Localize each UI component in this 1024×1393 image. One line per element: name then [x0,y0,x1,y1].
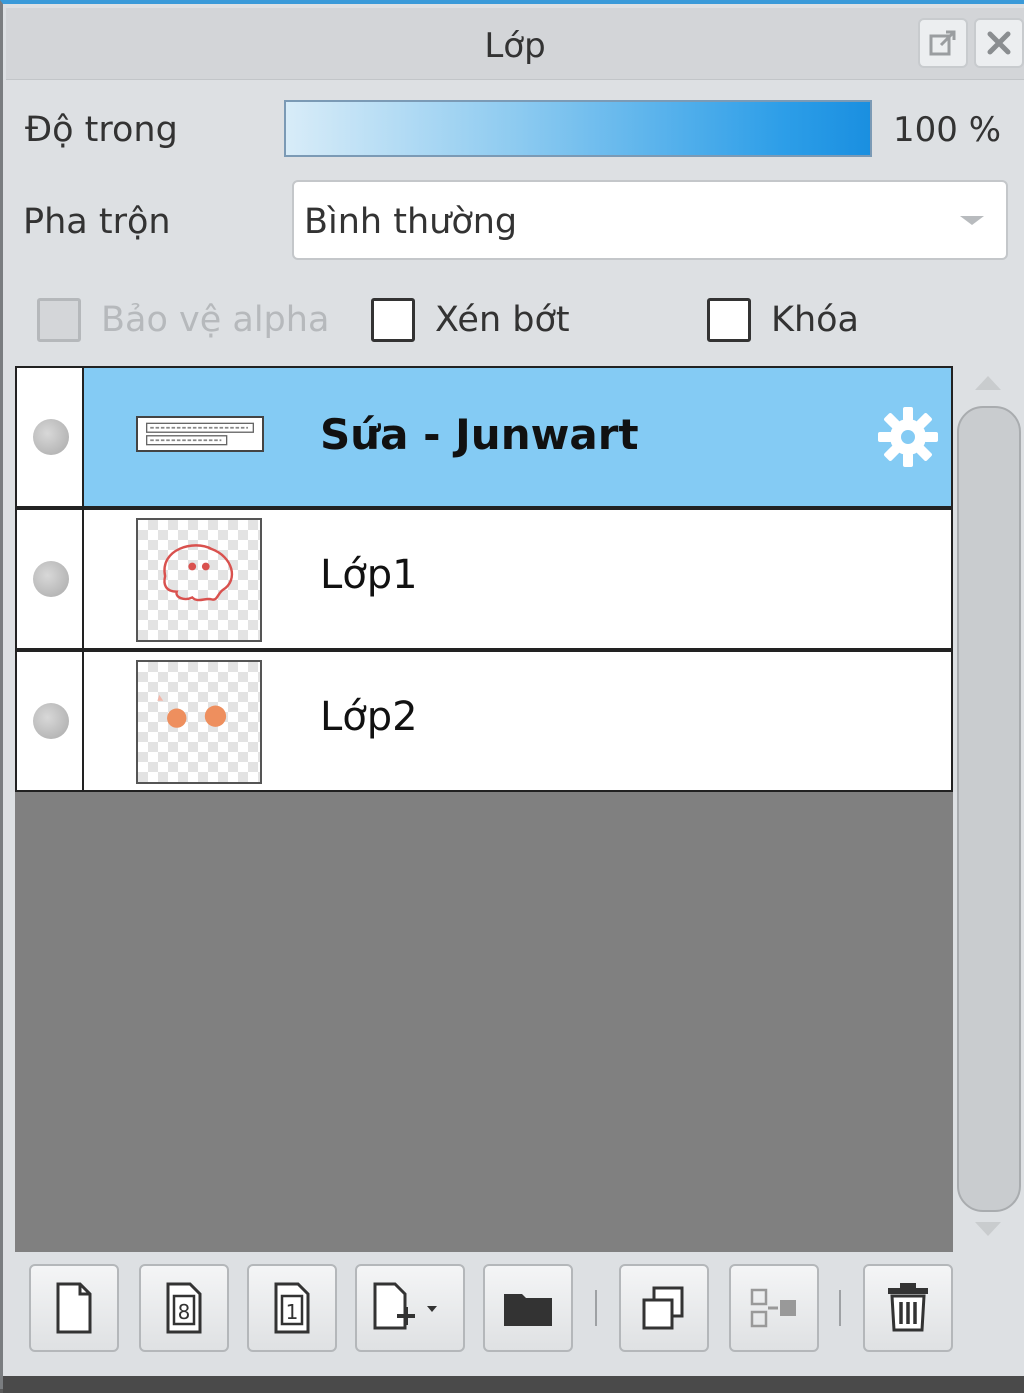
cheeks-thumbnail [157,694,227,728]
toolbar-separator [839,1290,841,1326]
visibility-toggle[interactable] [33,703,69,739]
blend-mode-select[interactable]: Bình thường [292,180,1008,260]
new-8bit-layer-icon: 8 [166,1282,202,1334]
gear-icon[interactable] [875,404,941,470]
layer-row-lop1[interactable]: Lớp1 [15,508,953,650]
close-button[interactable] [974,18,1024,68]
blend-mode-value: Bình thường [304,202,518,242]
new-1bit-layer-button[interactable]: 1 [247,1264,337,1352]
visibility-column [17,652,84,790]
layer-thumbnail [136,518,262,642]
layer-toolbar: 8 1 [15,1254,1015,1364]
add-layer-menu-icon [373,1282,437,1330]
new-layer-icon [56,1282,92,1334]
visibility-column [17,510,84,648]
protect-alpha-label: Bảo vệ alpha [101,300,330,340]
duplicate-layer-button[interactable] [619,1264,709,1352]
clip-checkbox[interactable] [371,298,415,342]
panel-bottom-edge [3,1376,1024,1393]
opacity-value: 100 % [893,110,1002,150]
opacity-slider[interactable] [284,100,872,157]
layer-list: Sứa - Junwart Lớp1 Lớp2 [15,366,953,1252]
new-8bit-layer-button[interactable]: 8 [139,1264,229,1352]
visibility-toggle[interactable] [33,419,69,455]
merge-layer-icon [750,1288,796,1328]
blend-mode-label: Pha trộn [23,202,171,242]
layer-row-lop2[interactable]: Lớp2 [15,650,953,792]
chevron-down-icon [960,216,984,225]
toolbar-separator [595,1290,597,1326]
trash-icon [888,1283,928,1332]
protect-alpha-option: Bảo vệ alpha [37,292,329,348]
popout-icon [929,30,956,56]
panel-title: Lớp [484,26,546,66]
text-layer-thumbnail-icon [146,422,254,446]
jellyfish-outline-thumbnail [163,544,234,602]
new-layer-button[interactable] [29,1264,119,1352]
svg-text:1: 1 [286,1300,299,1324]
lock-checkbox[interactable] [707,298,751,342]
layer-panel: Lớp Độ trong 100 % Pha trộn Bình thường … [0,0,1024,1393]
layer-thumbnail [136,416,264,452]
layer-name: Lớp2 [320,694,418,740]
new-folder-button[interactable] [483,1264,573,1352]
layer-name: Sứa - Junwart [320,410,639,459]
layer-thumbnail [136,660,262,784]
clip-label: Xén bớt [435,300,570,340]
visibility-toggle[interactable] [33,561,69,597]
lock-option[interactable]: Khóa [707,292,859,348]
title-bar: Lớp [6,8,1024,80]
visibility-column [17,368,84,506]
layer-row-sua-junwart[interactable]: Sứa - Junwart [15,366,953,508]
scroll-down-arrow[interactable] [975,1222,1001,1236]
layer-name: Lớp1 [320,552,418,598]
close-icon [987,31,1011,55]
protect-alpha-checkbox [37,298,81,342]
merge-layer-button[interactable] [729,1264,819,1352]
scrollbar-thumb[interactable] [957,406,1021,1212]
opacity-label: Độ trong [25,110,178,150]
add-layer-menu-button[interactable] [355,1264,465,1352]
duplicate-layer-icon [642,1286,684,1330]
delete-layer-button[interactable] [863,1264,953,1352]
svg-text:8: 8 [178,1300,191,1324]
folder-icon [504,1294,552,1326]
scroll-up-arrow[interactable] [975,376,1001,390]
new-1bit-layer-icon: 1 [274,1282,310,1334]
clip-option[interactable]: Xén bớt [371,292,570,348]
popout-button[interactable] [918,18,968,68]
lock-label: Khóa [771,300,859,340]
